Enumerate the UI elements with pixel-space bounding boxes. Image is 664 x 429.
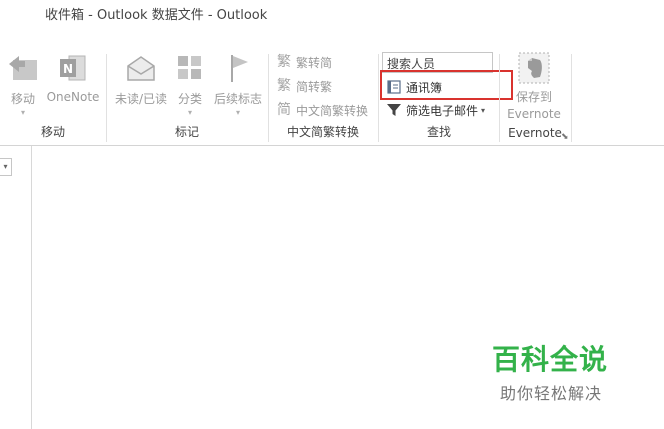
to-traditional-button[interactable]: 繁 简转繁 [277, 76, 332, 96]
move-label: 移动 [10, 92, 35, 106]
ribbon: 移动 ▾ N OneNote 移动 未读/已读 分类 ▾ 后续标志 ▾ 标记 繁… [0, 48, 664, 146]
window-title: 收件箱 - Outlook 数据文件 - Outlook [45, 8, 268, 23]
move-icon [9, 56, 37, 80]
to-simplified-button[interactable]: 繁 繁转简 [277, 52, 332, 72]
chevron-down-icon: ▾ [235, 108, 240, 117]
group-divider [571, 54, 572, 142]
chevron-down-icon[interactable]: ▾ [0, 158, 12, 176]
envelope-icon [127, 56, 155, 81]
evernote-group-label: Evernote [508, 126, 562, 140]
chinese-conversion-group: 繁 繁转简 繁 简转繁 简 中文简繁转换 中文简繁转换 [269, 48, 377, 144]
chinese-conversion-label: 中文简繁转换 [296, 103, 369, 118]
move-group-label: 移动 [40, 125, 65, 139]
follow-up-button[interactable]: 后续标志 ▾ [211, 52, 265, 117]
title-bar: 收件箱 - Outlook 数据文件 - Outlook [0, 0, 664, 28]
traditional-char-icon: 繁 [277, 54, 291, 70]
chinese-conversion-button[interactable]: 简 中文简繁转换 [277, 100, 368, 120]
follow-up-label: 后续标志 [213, 92, 262, 106]
svg-text:N: N [63, 62, 73, 76]
onenote-label: OneNote [46, 90, 100, 104]
evernote-group: 保存到 Evernote Evernote [500, 48, 570, 144]
filter-icon [387, 104, 401, 116]
save-to-evernote-button[interactable]: 保存到 Evernote [506, 52, 562, 121]
watermark-subtitle: 助你轻松解决 [500, 384, 603, 403]
chevron-down-icon: ▾ [481, 105, 486, 115]
unread-read-label: 未读/已读 [114, 92, 168, 106]
unread-read-button[interactable]: 未读/已读 [111, 52, 171, 107]
categorize-icon [178, 56, 201, 79]
folder-pane: ▾ [0, 146, 32, 429]
watermark: 百科全说 助你轻松解决 [492, 338, 642, 404]
filter-email-label: 筛选电子邮件 [406, 103, 479, 118]
traditional-char-icon: 繁 [277, 78, 291, 94]
find-group-label: 查找 [426, 125, 451, 139]
chinese-group-label: 中文简繁转换 [286, 125, 359, 139]
filter-email-button[interactable]: 筛选电子邮件 ▾ [386, 100, 485, 120]
flag-icon [231, 55, 248, 82]
tags-group-label: 标记 [174, 125, 199, 139]
conversion-char-icon: 简 [277, 102, 291, 118]
chevron-down-icon: ▾ [187, 108, 192, 117]
chevron-down-icon: ▾ [20, 108, 25, 117]
dialog-launcher-icon[interactable]: ⬊ [561, 132, 569, 142]
move-button[interactable]: 移动 ▾ [6, 52, 40, 117]
save-to-evernote-line1: 保存到 [515, 90, 552, 104]
save-to-evernote-line2: Evernote [507, 107, 561, 121]
move-group: 移动 ▾ N OneNote 移动 [0, 48, 106, 144]
to-simplified-label: 繁转简 [296, 55, 333, 70]
evernote-icon [518, 52, 550, 84]
onenote-button[interactable]: N OneNote [45, 52, 101, 104]
categorize-label: 分类 [177, 92, 202, 106]
tags-group: 未读/已读 分类 ▾ 后续标志 ▾ 标记 [107, 48, 267, 144]
to-traditional-label: 简转繁 [296, 79, 333, 94]
watermark-title: 百科全说 [492, 343, 609, 376]
onenote-icon: N [60, 55, 86, 81]
categorize-button[interactable]: 分类 ▾ [173, 52, 207, 117]
highlight-box [380, 70, 513, 100]
